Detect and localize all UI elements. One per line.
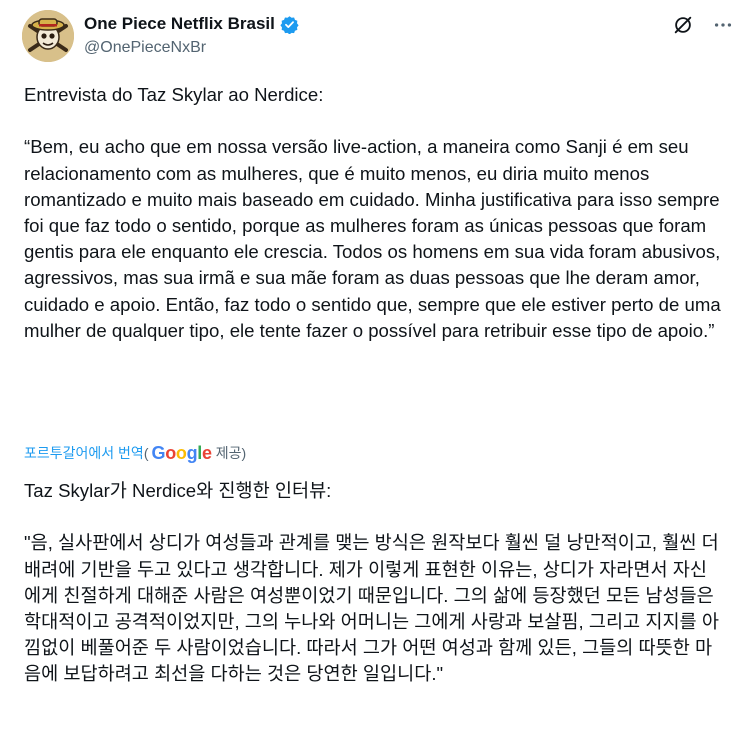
handle[interactable]: @OnePieceNxBr xyxy=(84,39,299,57)
provided-label: 제공) xyxy=(215,445,247,461)
grok-button[interactable] xyxy=(672,14,694,36)
tweet-card: One Piece Netflix Brasil @OnePieceNxBr E… xyxy=(0,0,754,747)
verified-badge-icon xyxy=(280,15,299,34)
translation-attribution: 포르투갈어에서 번역 ( Google 제공) xyxy=(24,440,246,466)
jolly-roger-avatar-icon xyxy=(22,10,74,62)
translated-from-link[interactable]: 포르투갈어에서 번역 xyxy=(24,443,144,463)
header-actions xyxy=(672,14,734,36)
account-names: One Piece Netflix Brasil @OnePieceNxBr xyxy=(84,14,299,57)
display-name[interactable]: One Piece Netflix Brasil xyxy=(84,14,275,34)
open-paren: ( xyxy=(143,445,149,461)
tweet-text-translated: Taz Skylar가 Nerdice와 진행한 인터뷰: "음, 실사판에서 … xyxy=(24,480,719,685)
tweet-text-original: Entrevista do Taz Skylar ao Nerdice: “Be… xyxy=(24,84,721,341)
more-icon xyxy=(714,23,732,27)
grok-icon xyxy=(674,16,692,34)
avatar[interactable] xyxy=(22,10,74,62)
display-name-row: One Piece Netflix Brasil xyxy=(84,14,299,34)
google-logo: Google xyxy=(151,442,212,463)
more-button[interactable] xyxy=(712,14,734,36)
tweet-header: One Piece Netflix Brasil @OnePieceNxBr xyxy=(22,10,740,64)
